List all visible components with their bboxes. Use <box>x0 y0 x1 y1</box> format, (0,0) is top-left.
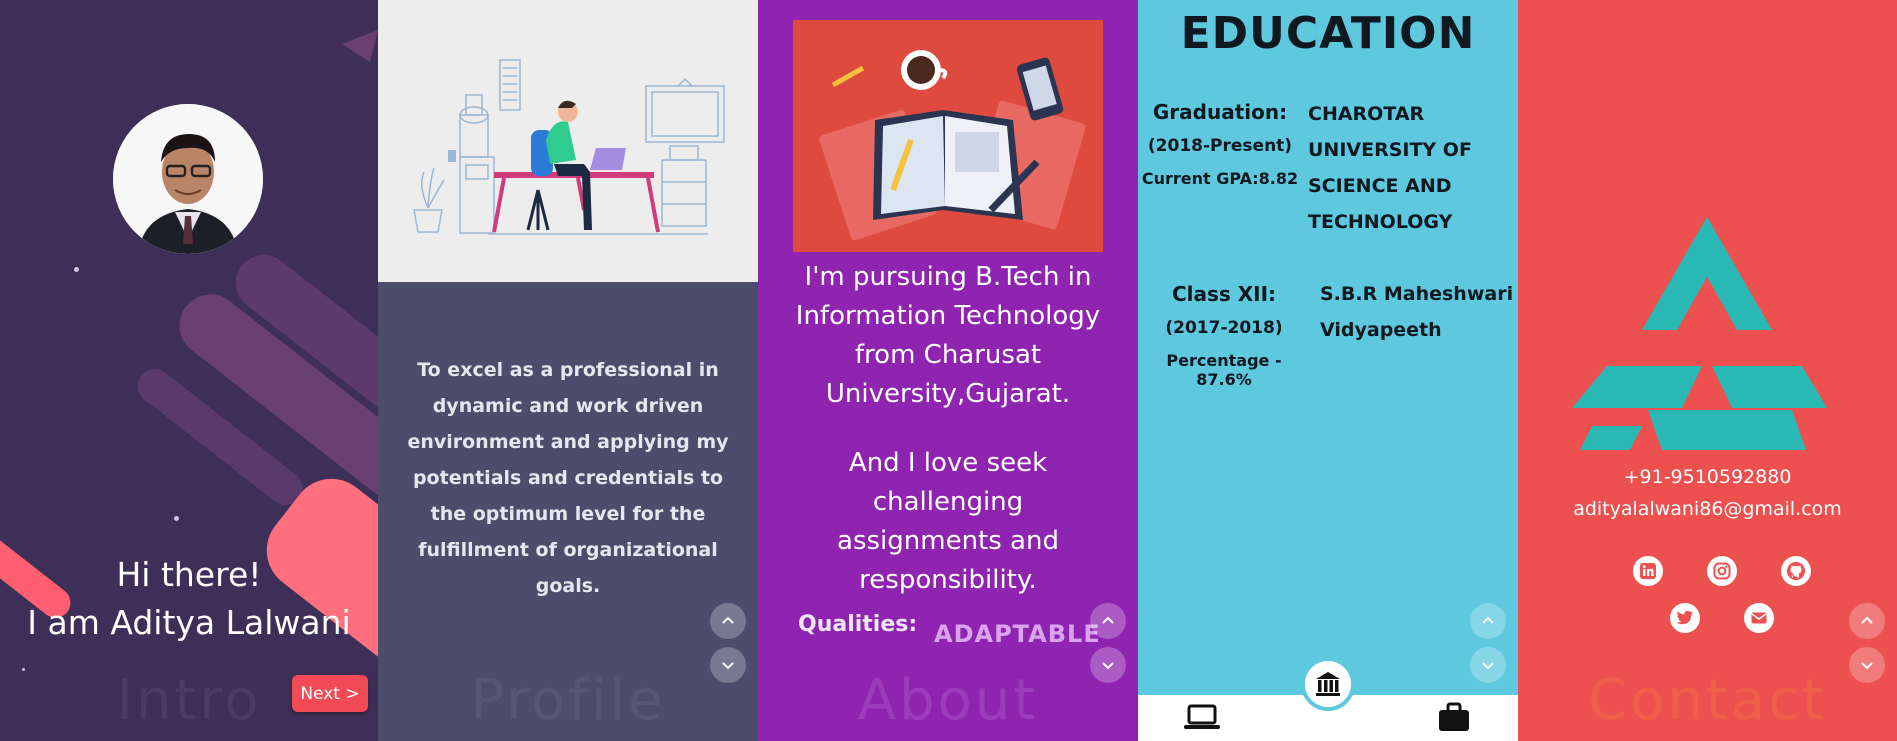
nav-down-button[interactable] <box>710 647 746 683</box>
profile-panel: To excel as a professional in dynamic an… <box>378 0 758 741</box>
about-paragraph: I'm pursuing B.Tech in Information Techn… <box>795 262 1101 409</box>
edu-level: Graduation: <box>1152 100 1288 124</box>
section-nav <box>710 603 746 685</box>
career-objective-text: To excel as a professional in dynamic an… <box>407 359 729 597</box>
institution-line: Vidyapeeth <box>1320 319 1442 341</box>
education-title: EDUCATION <box>1180 8 1476 59</box>
study-desk-illustration <box>793 20 1103 252</box>
chevron-down-icon <box>722 662 734 670</box>
edu-score: Current GPA:8.82 <box>1141 169 1299 188</box>
intro-panel: Hi there! I am Aditya Lalwani Intro Next… <box>0 0 378 741</box>
institution-line: SCIENCE AND <box>1308 175 1452 197</box>
star-dot <box>74 267 79 272</box>
institution-line: S.B.R Maheshwari <box>1320 283 1514 305</box>
github-icon[interactable] <box>1781 556 1811 586</box>
edu-institution: CHAROTAR UNIVERSITY OF SCIENCE AND TECHN… <box>1308 96 1472 240</box>
education-panel: EDUCATION Graduation: (2018-Present) Cur… <box>1138 0 1518 741</box>
section-watermark: Contact <box>1588 668 1827 733</box>
edu-period: (2017-2018) <box>1165 318 1283 338</box>
quality-value: ADAPTABLE <box>934 620 1101 648</box>
chevron-up-icon <box>1482 616 1494 624</box>
contact-panel: +91-9510592880 adityalalwani86@gmail.com… <box>1518 0 1897 741</box>
nav-up-button[interactable] <box>1470 603 1506 639</box>
linkedin-icon[interactable] <box>1633 556 1663 586</box>
nav-up-button[interactable] <box>1090 603 1126 639</box>
institution-line: UNIVERSITY OF <box>1308 139 1472 161</box>
chevron-up-icon <box>722 616 734 624</box>
chevron-up-icon <box>1102 616 1114 624</box>
edu-period: (2018-Present) <box>1147 136 1293 156</box>
chevron-down-icon <box>1102 662 1114 670</box>
nav-up-button[interactable] <box>710 603 746 639</box>
section-nav <box>1849 603 1885 685</box>
nav-down-button[interactable] <box>1090 647 1126 683</box>
star-dot <box>174 516 179 521</box>
section-watermark: About <box>857 668 1039 733</box>
edu-institution: S.B.R Maheshwari Vidyapeeth <box>1320 276 1513 348</box>
edu-level: Class XII: <box>1171 282 1277 306</box>
about-panel: I'm pursuing B.Tech in Information Techn… <box>758 0 1138 741</box>
nav-down-button[interactable] <box>1849 647 1885 683</box>
laptop-icon[interactable] <box>1182 701 1222 733</box>
section-nav <box>1090 603 1126 685</box>
briefcase-icon[interactable] <box>1437 701 1471 733</box>
section-watermark: Profile <box>470 668 666 733</box>
comet-shape <box>342 30 378 62</box>
email-address[interactable]: adityalalwani86@gmail.com <box>1518 498 1897 520</box>
about-paragraph: And I love seek challenging assignments … <box>837 448 1059 595</box>
bottom-tab-bar <box>1138 657 1518 741</box>
portfolio-carousel: Hi there! I am Aditya Lalwani Intro Next… <box>0 0 1897 741</box>
name-text: I am Aditya Lalwani <box>27 603 351 642</box>
phone-number[interactable]: +91-9510592880 <box>1518 466 1897 488</box>
office-illustration <box>378 0 758 282</box>
greeting-text: Hi there! <box>116 555 262 594</box>
chevron-up-icon <box>1861 616 1873 624</box>
chevron-down-icon <box>1861 662 1873 670</box>
institution-line: CHAROTAR <box>1308 103 1425 125</box>
twitter-icon[interactable] <box>1670 603 1700 633</box>
mail-icon[interactable] <box>1744 603 1774 633</box>
instagram-icon[interactable] <box>1707 556 1737 586</box>
next-button[interactable]: Next > <box>292 675 368 712</box>
nav-up-button[interactable] <box>1849 603 1885 639</box>
bank-icon[interactable] <box>1301 657 1355 711</box>
avatar <box>113 104 263 254</box>
logo-a-icon <box>1572 217 1827 450</box>
qualities-label: Qualities: <box>798 612 918 637</box>
edu-score: Percentage - 87.6% <box>1166 351 1282 389</box>
institution-line: TECHNOLOGY <box>1308 211 1453 233</box>
